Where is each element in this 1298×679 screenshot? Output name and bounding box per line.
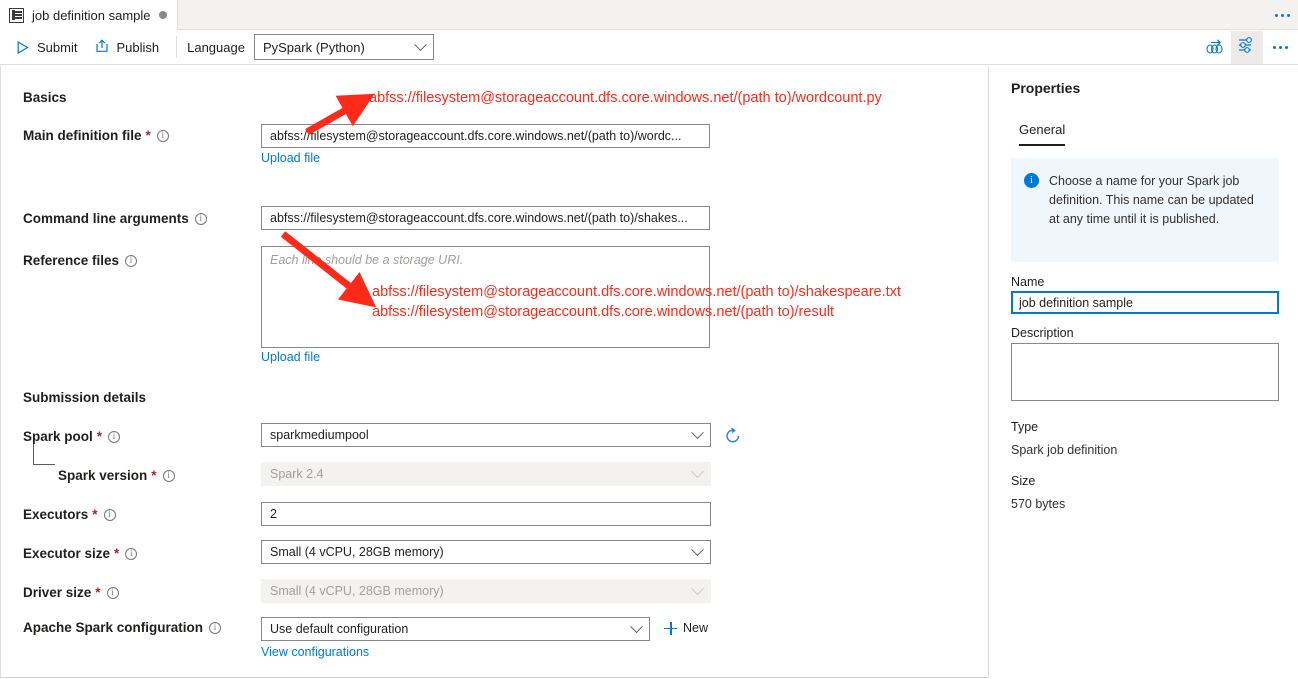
description-label: Description [1011,326,1074,340]
executors-input[interactable]: 2 [261,502,711,526]
tab-strip: job definition sample [0,0,1298,30]
spark-pool-label: Spark pool*i [23,429,120,444]
annotation-reference-line-2: abfss://filesystem@storageaccount.dfs.co… [372,303,834,322]
apache-spark-configuration-select[interactable]: Use default configuration [261,617,650,641]
info-icon[interactable]: i [163,470,175,482]
command-line-arguments-label: Command line argumentsi [23,211,207,226]
required-asterisk: * [114,546,119,561]
main-definition-upload-file-link[interactable]: Upload file [261,151,320,165]
annotation-reference-line-1: abfss://filesystem@storageaccount.dfs.co… [372,283,901,302]
reference-files-label: Reference filesi [23,253,137,268]
chevron-down-icon [632,618,641,640]
pane-divider [988,66,989,678]
required-asterisk: * [95,585,100,600]
submit-label: Submit [37,40,77,55]
info-icon[interactable]: i [108,431,120,443]
executor-size-label: Executor size*i [23,546,137,561]
description-textarea[interactable] [1011,343,1279,401]
info-badge-icon: i [1024,173,1039,188]
type-value: Spark job definition [1011,443,1117,457]
required-asterisk: * [146,128,151,143]
main-definition-file-label: Main definition file*i [23,128,169,143]
executors-label: Executors*i [23,507,116,522]
properties-info-text: Choose a name for your Spark job definit… [1049,172,1263,248]
dot [1285,46,1288,49]
size-value: 570 bytes [1011,497,1065,511]
job-definition-form: Basics Main definition file*i abfss://fi… [0,66,988,678]
chevron-down-icon [693,424,702,446]
refresh-spark-pools-button[interactable] [723,426,745,448]
view-configurations-link[interactable]: View configurations [261,645,369,659]
required-asterisk: * [92,507,97,522]
language-value: PySpark (Python) [263,40,365,55]
driver-size-label: Driver size*i [23,585,119,600]
tab-general[interactable]: General [1019,122,1065,146]
tab-job-definition-sample[interactable]: job definition sample [0,0,178,30]
command-line-arguments-input[interactable]: abfss://filesystem@storageaccount.dfs.co… [261,206,710,230]
publish-button[interactable]: Publish [86,32,168,62]
type-label: Type [1011,420,1038,434]
document-icon [9,8,24,23]
command-bar: Submit Publish Language PySpark (Python) [0,30,1298,65]
size-label: Size [1011,474,1035,488]
info-icon[interactable]: i [209,622,221,634]
info-icon[interactable]: i [125,548,137,560]
tree-connector [33,444,55,465]
dot [1287,14,1290,17]
publish-pipeline-icon [1205,37,1225,59]
language-label: Language [187,40,245,55]
basics-section-title: Basics [23,90,67,105]
chevron-down-icon [693,580,702,602]
dot [1273,46,1276,49]
language-select[interactable]: PySpark (Python) [254,34,434,60]
info-icon[interactable]: i [107,587,119,599]
dot [1275,14,1278,17]
required-asterisk: * [151,468,156,483]
more-options-button[interactable] [1263,46,1298,49]
dot [1281,14,1284,17]
annotation-main-file-uri: abfss://filesystem@storageaccount.dfs.co… [369,89,882,108]
reference-files-placeholder: Each line should be a storage URI. [270,253,463,267]
publish-label: Publish [116,40,159,55]
dot [1279,46,1282,49]
driver-size-select: Small (4 vCPU, 28GB memory) [261,579,711,603]
chevron-down-icon [693,541,702,563]
settings-sliders-icon [1238,36,1256,59]
spark-version-select: Spark 2.4 [261,462,711,486]
info-icon[interactable]: i [104,509,116,521]
executor-size-select[interactable]: Small (4 vCPU, 28GB memory) [261,540,711,564]
chevron-down-icon [416,35,425,59]
name-label: Name [1011,275,1044,289]
plus-icon [664,622,677,635]
info-icon[interactable]: i [195,213,207,225]
required-asterisk: * [97,429,102,444]
apache-spark-configuration-label: Apache Spark configurationi [23,620,221,635]
spark-job-definition-editor: job definition sample Submit Pub [0,0,1298,679]
spark-pool-select[interactable]: sparkmediumpool [261,423,711,447]
new-configuration-button[interactable]: New [664,621,708,635]
submit-button[interactable]: Submit [7,32,86,62]
play-icon [16,40,30,54]
refresh-icon [723,433,743,450]
info-icon[interactable]: i [125,255,137,267]
properties-info-box: i Choose a name for your Spark job defin… [1011,158,1279,262]
tab-label: job definition sample [32,8,151,23]
settings-sliders-icon-button[interactable] [1231,31,1263,64]
command-bar-right [1199,30,1298,65]
info-icon[interactable]: i [157,130,169,142]
reference-files-upload-file-link[interactable]: Upload file [261,350,320,364]
spark-version-label: Spark version*i [58,468,175,483]
unsaved-changes-dot [159,11,167,19]
name-input[interactable]: job definition sample [1011,291,1279,314]
properties-title: Properties [1011,80,1080,96]
tabstrip-more-options[interactable] [1275,0,1290,30]
upload-icon [95,39,109,56]
chevron-down-icon [693,463,702,485]
main-definition-file-input[interactable]: abfss://filesystem@storageaccount.dfs.co… [261,124,710,148]
submission-details-section-title: Submission details [23,390,146,405]
publish-pipeline-icon-button[interactable] [1199,31,1231,64]
toolbar-divider [176,36,177,58]
